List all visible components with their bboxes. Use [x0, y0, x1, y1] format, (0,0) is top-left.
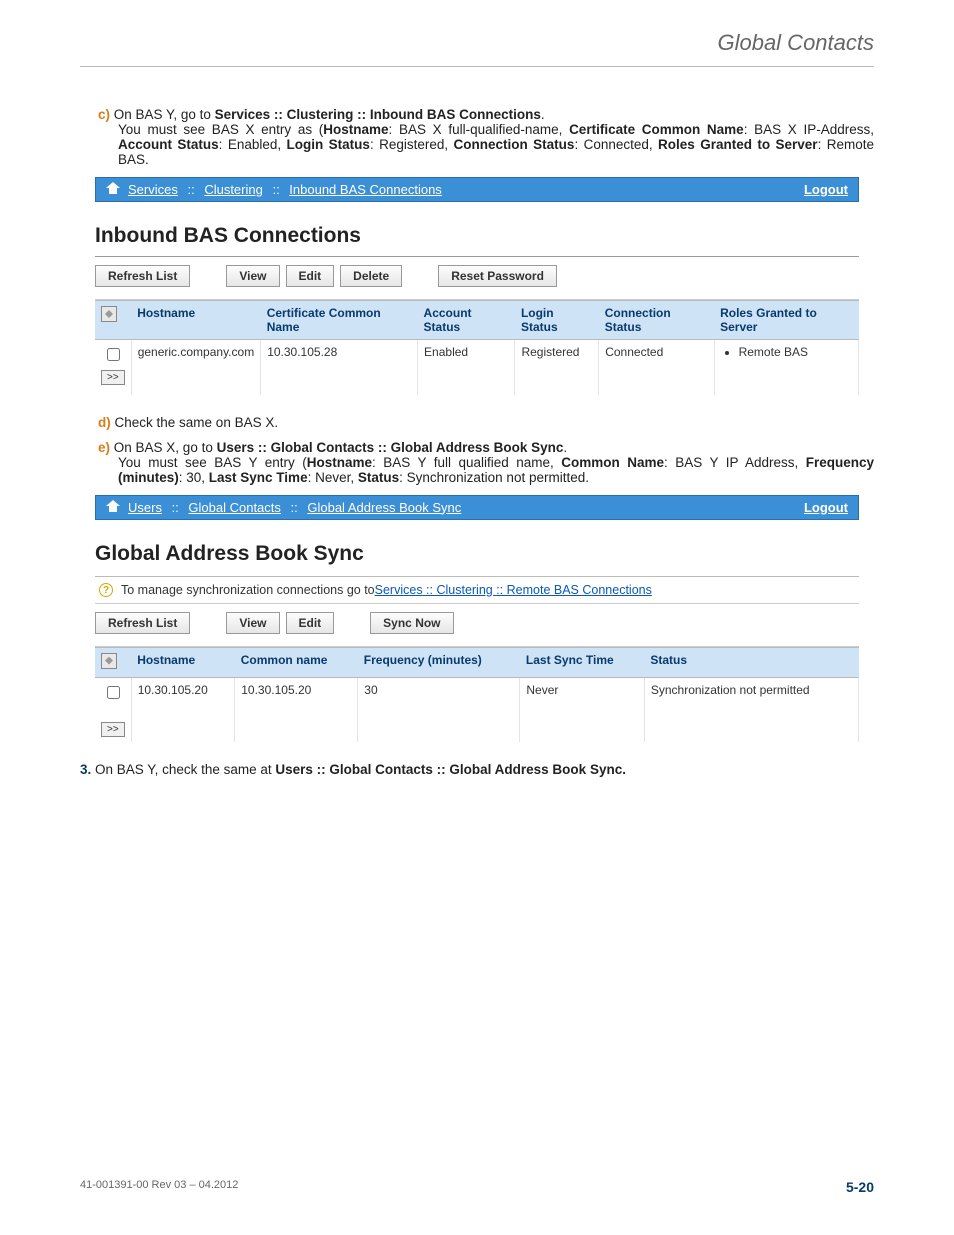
breadcrumb-sep: ::	[287, 500, 301, 515]
gabs-title: Global Address Book Sync	[95, 542, 859, 566]
cell: Remote BAS	[714, 340, 858, 395]
step-e-intro: On BAS X, go to Users :: Global Contacts…	[114, 440, 567, 455]
table-row: >>10.30.105.2010.30.105.2030NeverSynchro…	[95, 677, 859, 742]
select-all-icon[interactable]	[101, 306, 117, 322]
column-header[interactable]: Roles Granted to Server	[714, 301, 858, 340]
step-c-intro-post: .	[541, 107, 545, 122]
cell: Never	[520, 677, 644, 742]
breadcrumb-item[interactable]: Global Contacts	[188, 500, 281, 515]
view-button[interactable]: View	[226, 612, 279, 634]
step-e: e) On BAS X, go to Users :: Global Conta…	[98, 440, 874, 485]
breadcrumb-item[interactable]: Services	[128, 182, 178, 197]
refresh-list-button[interactable]: Refresh List	[95, 265, 190, 287]
step-e-body: You must see BAS Y entry (Hostname: BAS …	[118, 455, 874, 485]
breadcrumb-item[interactable]: Global Address Book Sync	[307, 500, 461, 515]
breadcrumb-sep: ::	[168, 500, 182, 515]
step-e-intro-pre: On BAS X, go to	[114, 440, 217, 455]
step-3-pre: On BAS Y, check the same at	[95, 762, 275, 777]
view-button[interactable]: View	[226, 265, 279, 287]
expand-row-button[interactable]: >>	[101, 370, 125, 385]
breadcrumb-sep: ::	[269, 182, 283, 197]
cell: Registered	[515, 340, 599, 395]
step-c-intro-bold: Services :: Clustering :: Inbound BAS Co…	[215, 107, 541, 122]
cell: generic.company.com	[131, 340, 261, 395]
step-d-text: Check the same on BAS X.	[115, 415, 279, 430]
column-header[interactable]: Frequency (minutes)	[358, 647, 520, 677]
step-3: 3. On BAS Y, check the same at Users :: …	[80, 762, 874, 777]
breadcrumb-sep: ::	[184, 182, 198, 197]
cell: 30	[358, 677, 520, 742]
gabs-toolbar: Refresh List View Edit Sync Now	[95, 612, 859, 634]
step-d-label: d)	[98, 415, 111, 430]
column-header[interactable]: Certificate Common Name	[261, 301, 418, 340]
edit-button[interactable]: Edit	[286, 612, 335, 634]
cell: Connected	[599, 340, 714, 395]
cell: 10.30.105.20	[235, 677, 358, 742]
step-3-num: 3.	[80, 762, 91, 777]
sync-now-button[interactable]: Sync Now	[370, 612, 453, 634]
refresh-list-button[interactable]: Refresh List	[95, 612, 190, 634]
step-c: c) On BAS Y, go to Services :: Clusterin…	[98, 107, 874, 167]
delete-button[interactable]: Delete	[340, 265, 402, 287]
step-e-label: e)	[98, 440, 110, 455]
inbound-table: HostnameCertificate Common NameAccount S…	[95, 300, 859, 395]
breadcrumb-item[interactable]: Inbound BAS Connections	[289, 182, 442, 197]
row-checkbox[interactable]	[107, 348, 120, 361]
column-header[interactable]: Last Sync Time	[520, 647, 644, 677]
info-icon: ?	[99, 583, 113, 597]
column-header[interactable]: Status	[644, 647, 858, 677]
cell: Enabled	[418, 340, 515, 395]
step-e-intro-bold: Users :: Global Contacts :: Global Addre…	[217, 440, 564, 455]
logout-link-2[interactable]: Logout	[804, 500, 848, 515]
step-c-intro: On BAS Y, go to Services :: Clustering :…	[114, 107, 545, 122]
step-e-intro-post: .	[563, 440, 567, 455]
step-c-label: c)	[98, 107, 110, 122]
table-row: >> generic.company.com10.30.105.28Enabled…	[95, 340, 859, 395]
column-header[interactable]: Hostname	[131, 647, 235, 677]
breadcrumb-item[interactable]: Clustering	[204, 182, 263, 197]
gabs-panel: Global Address Book Sync ? To manage syn…	[95, 542, 859, 742]
breadcrumb-2-crumbs: Users :: Global Contacts :: Global Addre…	[128, 500, 461, 515]
expand-row-button[interactable]: >>	[101, 722, 125, 737]
cell: 10.30.105.28	[261, 340, 418, 395]
page-title: Global Contacts	[80, 30, 874, 67]
home-icon[interactable]	[106, 182, 120, 197]
step-d: d) Check the same on BAS X.	[98, 415, 874, 430]
breadcrumb-bar-1: Services :: Clustering :: Inbound BAS Co…	[95, 177, 859, 202]
column-header[interactable]: Login Status	[515, 301, 599, 340]
breadcrumb-item[interactable]: Users	[128, 500, 162, 515]
inbound-bas-title: Inbound BAS Connections	[95, 224, 859, 248]
column-header[interactable]: Common name	[235, 647, 358, 677]
cell: Synchronization not permitted	[644, 677, 858, 742]
breadcrumb-bar-2: Users :: Global Contacts :: Global Addre…	[95, 495, 859, 520]
column-header[interactable]: Account Status	[418, 301, 515, 340]
edit-button[interactable]: Edit	[286, 265, 335, 287]
reset-password-button[interactable]: Reset Password	[438, 265, 557, 287]
gabs-table: HostnameCommon nameFrequency (minutes)La…	[95, 647, 859, 742]
step-c-intro-pre: On BAS Y, go to	[114, 107, 215, 122]
role-item: Remote BAS	[739, 345, 852, 359]
gabs-info: ? To manage synchronization connections …	[95, 576, 859, 604]
remote-bas-link[interactable]: Services :: Clustering :: Remote BAS Con…	[375, 583, 652, 597]
step-c-body: You must see BAS X entry as (Hostname: B…	[118, 122, 874, 167]
inbound-toolbar: Refresh List View EditDelete Reset Password	[95, 265, 859, 287]
select-all-icon[interactable]	[101, 653, 117, 669]
footer-rev: 41-001391-00 Rev 03 – 04.2012	[80, 1179, 238, 1195]
breadcrumb-1-crumbs: Services :: Clustering :: Inbound BAS Co…	[128, 182, 442, 197]
column-header[interactable]: Connection Status	[599, 301, 714, 340]
cell: 10.30.105.20	[131, 677, 235, 742]
step-3-bold: Users :: Global Contacts :: Global Addre…	[275, 762, 626, 777]
inbound-bas-panel: Inbound BAS Connections Refresh List View…	[95, 224, 859, 395]
home-icon[interactable]	[106, 500, 120, 515]
footer-page-num: 5-20	[846, 1179, 874, 1195]
page-footer: 41-001391-00 Rev 03 – 04.2012 5-20	[80, 1179, 874, 1195]
gabs-info-text: To manage synchronization connections go…	[121, 583, 375, 597]
column-header[interactable]: Hostname	[131, 301, 261, 340]
row-checkbox[interactable]	[107, 686, 120, 699]
logout-link-1[interactable]: Logout	[804, 182, 848, 197]
